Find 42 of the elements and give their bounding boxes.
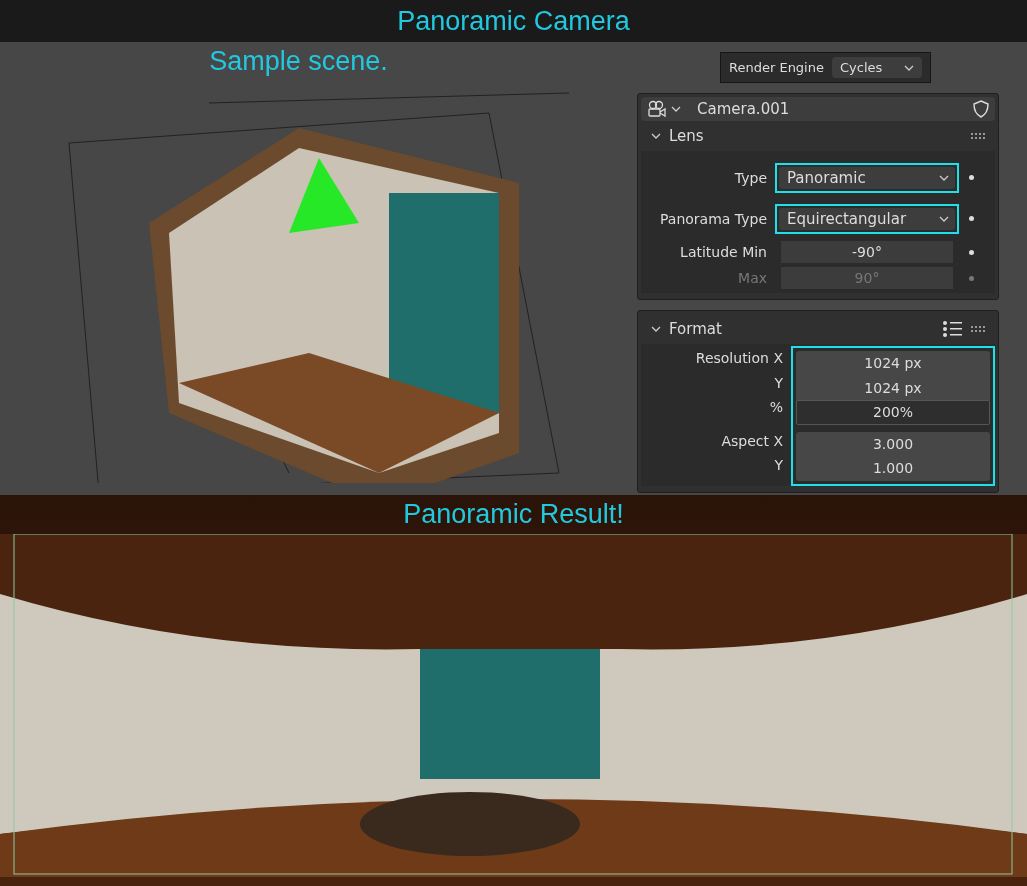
number-field[interactable]: -90° (781, 241, 953, 263)
section-title: Lens (669, 127, 705, 145)
dropdown[interactable]: Equirectangular (779, 207, 955, 230)
field-label: Max (737, 270, 768, 286)
caption: Sample scene. (209, 46, 388, 77)
list-icon[interactable] (943, 321, 963, 337)
keyframe-dot-icon[interactable] (969, 175, 974, 180)
keyframe-dot-icon[interactable] (969, 216, 974, 221)
chevron-down-icon (904, 64, 915, 71)
caption: Panoramic Result! (403, 499, 624, 530)
number-field[interactable]: 1.000 (796, 456, 990, 481)
field-label: Y (773, 456, 784, 476)
dropdown[interactable]: Panoramic (779, 166, 955, 189)
section-title: Format (669, 320, 723, 338)
section-header[interactable]: Format (641, 314, 995, 344)
shield-icon[interactable] (973, 100, 989, 118)
keyframe-dot-icon[interactable] (969, 249, 974, 255)
chevron-down-icon (939, 215, 949, 222)
number-field[interactable]: 1024 px (796, 351, 990, 376)
field-label: % (768, 398, 784, 418)
field-label: Latitude Min (679, 244, 768, 260)
camera-name[interactable]: Camera.001 (697, 100, 969, 118)
field-label: Resolution X (694, 349, 784, 369)
drag-handle-icon[interactable] (971, 133, 985, 139)
section-header[interactable]: Lens (641, 121, 995, 151)
field-label: Panorama Type (659, 210, 768, 227)
drag-handle-icon[interactable] (971, 326, 985, 332)
camera-icon[interactable] (647, 100, 667, 118)
field-label: Render Engine (729, 60, 824, 75)
chevron-down-icon (651, 133, 661, 139)
field-label: Aspect X (720, 431, 784, 451)
field-label: Y (773, 373, 784, 393)
dropdown[interactable]: Cycles (831, 57, 923, 78)
slider-field[interactable]: 200% (796, 400, 990, 425)
chevron-down-icon (939, 174, 949, 181)
chevron-down-icon (671, 106, 681, 112)
keyframe-dot-icon[interactable] (969, 275, 974, 281)
page-title: Panoramic Camera (397, 5, 630, 37)
chevron-down-icon (651, 326, 661, 332)
field-label: Type (733, 169, 768, 186)
number-field[interactable]: 3.000 (796, 431, 990, 456)
number-field[interactable]: 1024 px (796, 375, 990, 400)
